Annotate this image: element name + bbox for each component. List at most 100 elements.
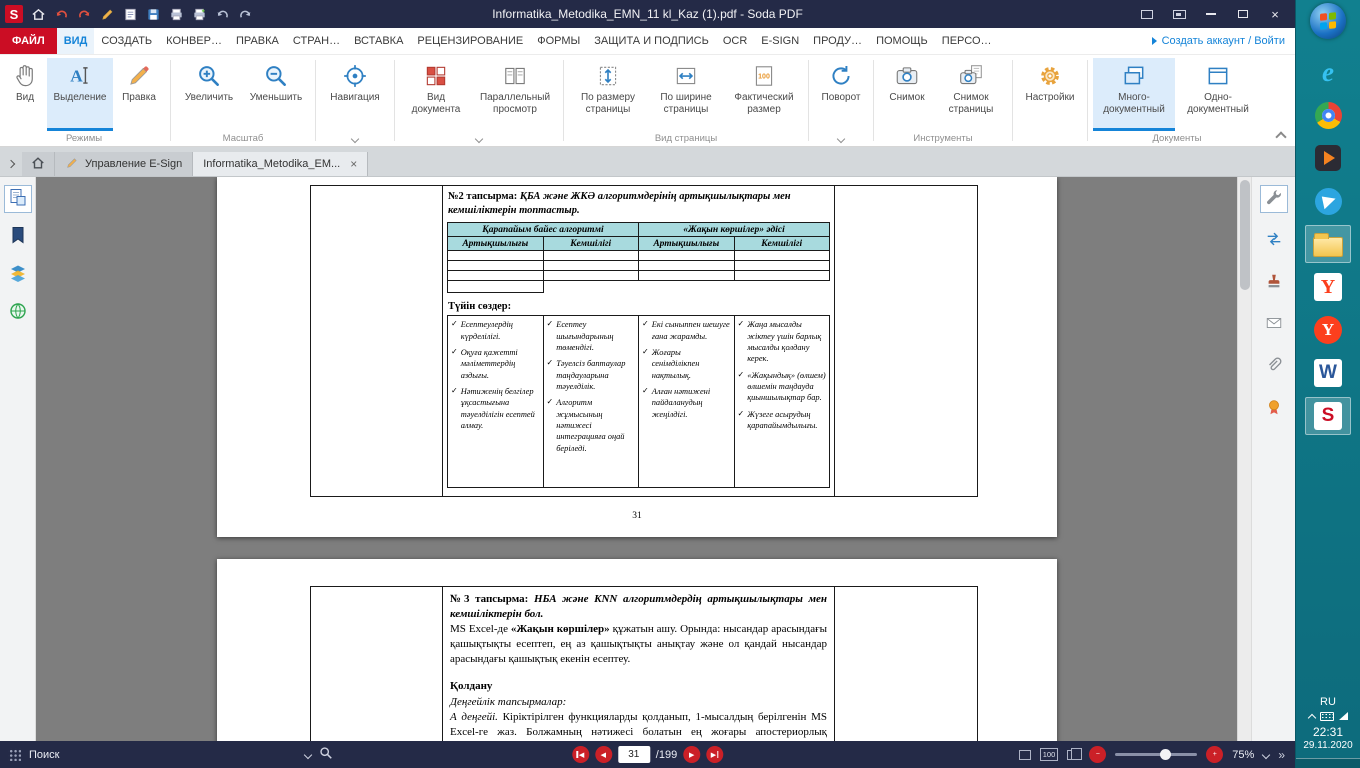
page-number-input[interactable]: 31 (618, 746, 650, 763)
multi-document-button[interactable]: Много-документный (1093, 58, 1175, 131)
rotate-caret-icon[interactable] (837, 134, 845, 142)
menu-view[interactable]: ВИД (57, 28, 95, 54)
parallel-view-button[interactable]: Параллельный просмотр (472, 58, 558, 131)
navigation-caret-icon[interactable] (351, 134, 359, 142)
window-layout-icon[interactable] (1165, 3, 1193, 25)
menu-edit[interactable]: ПРАВКА (229, 28, 286, 54)
vertical-scrollbar[interactable] (1237, 177, 1251, 741)
compare-button[interactable] (1260, 227, 1288, 255)
docview-caret-icon[interactable] (475, 134, 483, 142)
edit-mode-button[interactable]: Правка (113, 58, 165, 131)
last-page-button[interactable]: ▶ (706, 746, 723, 763)
minimize-button[interactable] (1197, 3, 1225, 25)
quick-save-icon[interactable] (145, 6, 161, 22)
taskbar-ie-button[interactable]: e (1305, 53, 1351, 91)
menu-forms[interactable]: ФОРМЫ (530, 28, 587, 54)
menu-secure[interactable]: ЗАЩИТА И ПОДПИСЬ (587, 28, 716, 54)
network-icon[interactable] (1339, 712, 1348, 720)
taskbar-chrome-button[interactable] (1305, 96, 1351, 134)
zoom-level-label[interactable]: 75% (1232, 749, 1254, 761)
menu-file[interactable]: ФАЙЛ (0, 28, 57, 54)
fit-width-button[interactable]: По ширине страницы (647, 58, 725, 131)
taskbar-word-button[interactable]: W (1305, 354, 1351, 392)
tab-home[interactable] (22, 152, 55, 176)
quick-print-icon[interactable] (168, 6, 184, 22)
select-mode-button[interactable]: A Выделение (47, 58, 113, 131)
search-options-chevron-icon[interactable] (304, 750, 312, 758)
quick-edit-icon[interactable] (99, 6, 115, 22)
zoom-slider-thumb[interactable] (1160, 749, 1171, 760)
taskbar-clock[interactable]: 22:31 29.11.2020 (1303, 725, 1352, 753)
snapshot-button[interactable]: Снимок (879, 58, 935, 131)
touch-keyboard-icon[interactable] (1320, 712, 1334, 721)
first-page-button[interactable]: ◀ (572, 746, 589, 763)
quick-note-icon[interactable] (122, 6, 138, 22)
fit-screen-icon[interactable] (1019, 750, 1031, 760)
zoom-in-button[interactable]: Увеличить (176, 58, 242, 131)
zoom-slider[interactable] (1115, 753, 1197, 756)
quick-redo-icon[interactable] (76, 6, 92, 22)
menu-convert[interactable]: КОНВЕР… (159, 28, 229, 54)
settings-button[interactable]: Настройки (1018, 58, 1082, 131)
sidebar-expand-button[interactable] (0, 152, 22, 176)
taskbar-yandex-button[interactable]: Y (1305, 311, 1351, 349)
show-desktop-button[interactable] (1296, 758, 1360, 768)
rotate-button[interactable]: Поворот (814, 58, 868, 131)
taskbar-telegram-button[interactable] (1305, 182, 1351, 220)
menu-create[interactable]: СОЗДАТЬ (94, 28, 159, 54)
page-snapshot-button[interactable]: Снимок страницы (935, 58, 1007, 131)
next-page-button[interactable]: ▶ (683, 746, 700, 763)
attachments-button[interactable] (1260, 353, 1288, 381)
menu-products[interactable]: ПРОДУ… (806, 28, 869, 54)
zoom-in-button-status[interactable]: + (1206, 746, 1223, 763)
menu-help[interactable]: ПОМОЩЬ (869, 28, 935, 54)
fit-page-button[interactable]: По размеру страницы (569, 58, 647, 131)
app-logo[interactable]: S (5, 5, 23, 23)
zoom-out-button[interactable]: Уменьшить (242, 58, 310, 131)
account-link[interactable]: Создать аккаунт / Войти (1152, 28, 1295, 54)
taskbar-media-player-button[interactable] (1305, 139, 1351, 177)
zoom-out-button-status[interactable]: − (1089, 746, 1106, 763)
layers-panel-button[interactable] (4, 261, 32, 289)
maximize-button[interactable] (1229, 3, 1257, 25)
statusbar-more-icon[interactable]: » (1278, 748, 1285, 762)
menu-personalize[interactable]: ПЕРСО… (935, 28, 999, 54)
ribbon-collapse-button[interactable] (1275, 131, 1286, 142)
tools-button[interactable] (1260, 185, 1288, 213)
stamp-button[interactable] (1260, 269, 1288, 297)
close-button[interactable]: × (1261, 3, 1289, 25)
quick-undo-icon[interactable] (53, 6, 69, 22)
document-area[interactable]: №2 тапсырма: ҚБА және ЖКӘ алгоритмдеріні… (36, 177, 1237, 741)
quick-print-page-icon[interactable] (191, 6, 207, 22)
quick-undo2-icon[interactable] (214, 6, 230, 22)
quick-home-icon[interactable] (30, 6, 46, 22)
search-label[interactable]: Поиск (29, 749, 59, 761)
actual-size-button[interactable]: 100 Фактический размер (725, 58, 803, 131)
language-indicator[interactable]: RU (1320, 696, 1336, 708)
bookmarks-panel-button[interactable] (4, 223, 32, 251)
menu-pages[interactable]: СТРАН… (286, 28, 347, 54)
actual-size-status-icon[interactable]: 100 (1040, 748, 1059, 761)
previous-page-button[interactable]: ◀ (595, 746, 612, 763)
page-layout-icon[interactable] (1067, 750, 1080, 760)
hidden-icons-chevron-icon[interactable] (1307, 713, 1315, 721)
menu-insert[interactable]: ВСТАВКА (347, 28, 410, 54)
grid-dots-icon[interactable] (8, 748, 21, 761)
taskbar-explorer-button[interactable] (1305, 225, 1351, 263)
menu-esign[interactable]: E-SIGN (754, 28, 806, 54)
tab-close-icon[interactable]: × (350, 157, 357, 171)
menu-review[interactable]: РЕЦЕНЗИРОВАНИЕ (410, 28, 530, 54)
start-button[interactable] (1310, 3, 1346, 39)
fullscreen-icon[interactable] (1133, 3, 1161, 25)
view-mode-button[interactable]: Вид (3, 58, 47, 131)
mail-button[interactable] (1260, 311, 1288, 339)
zoom-options-chevron-icon[interactable] (1262, 750, 1270, 758)
menu-ocr[interactable]: OCR (716, 28, 754, 54)
taskbar-yandex-browser-button[interactable]: Y (1305, 268, 1351, 306)
document-view-button[interactable]: Вид документа (400, 58, 472, 131)
single-document-button[interactable]: Одно-документный (1175, 58, 1261, 131)
links-panel-button[interactable] (4, 299, 32, 327)
scrollbar-thumb[interactable] (1240, 180, 1250, 290)
navigation-button[interactable]: Навигация (321, 58, 389, 131)
thumbnails-panel-button[interactable] (4, 185, 32, 213)
